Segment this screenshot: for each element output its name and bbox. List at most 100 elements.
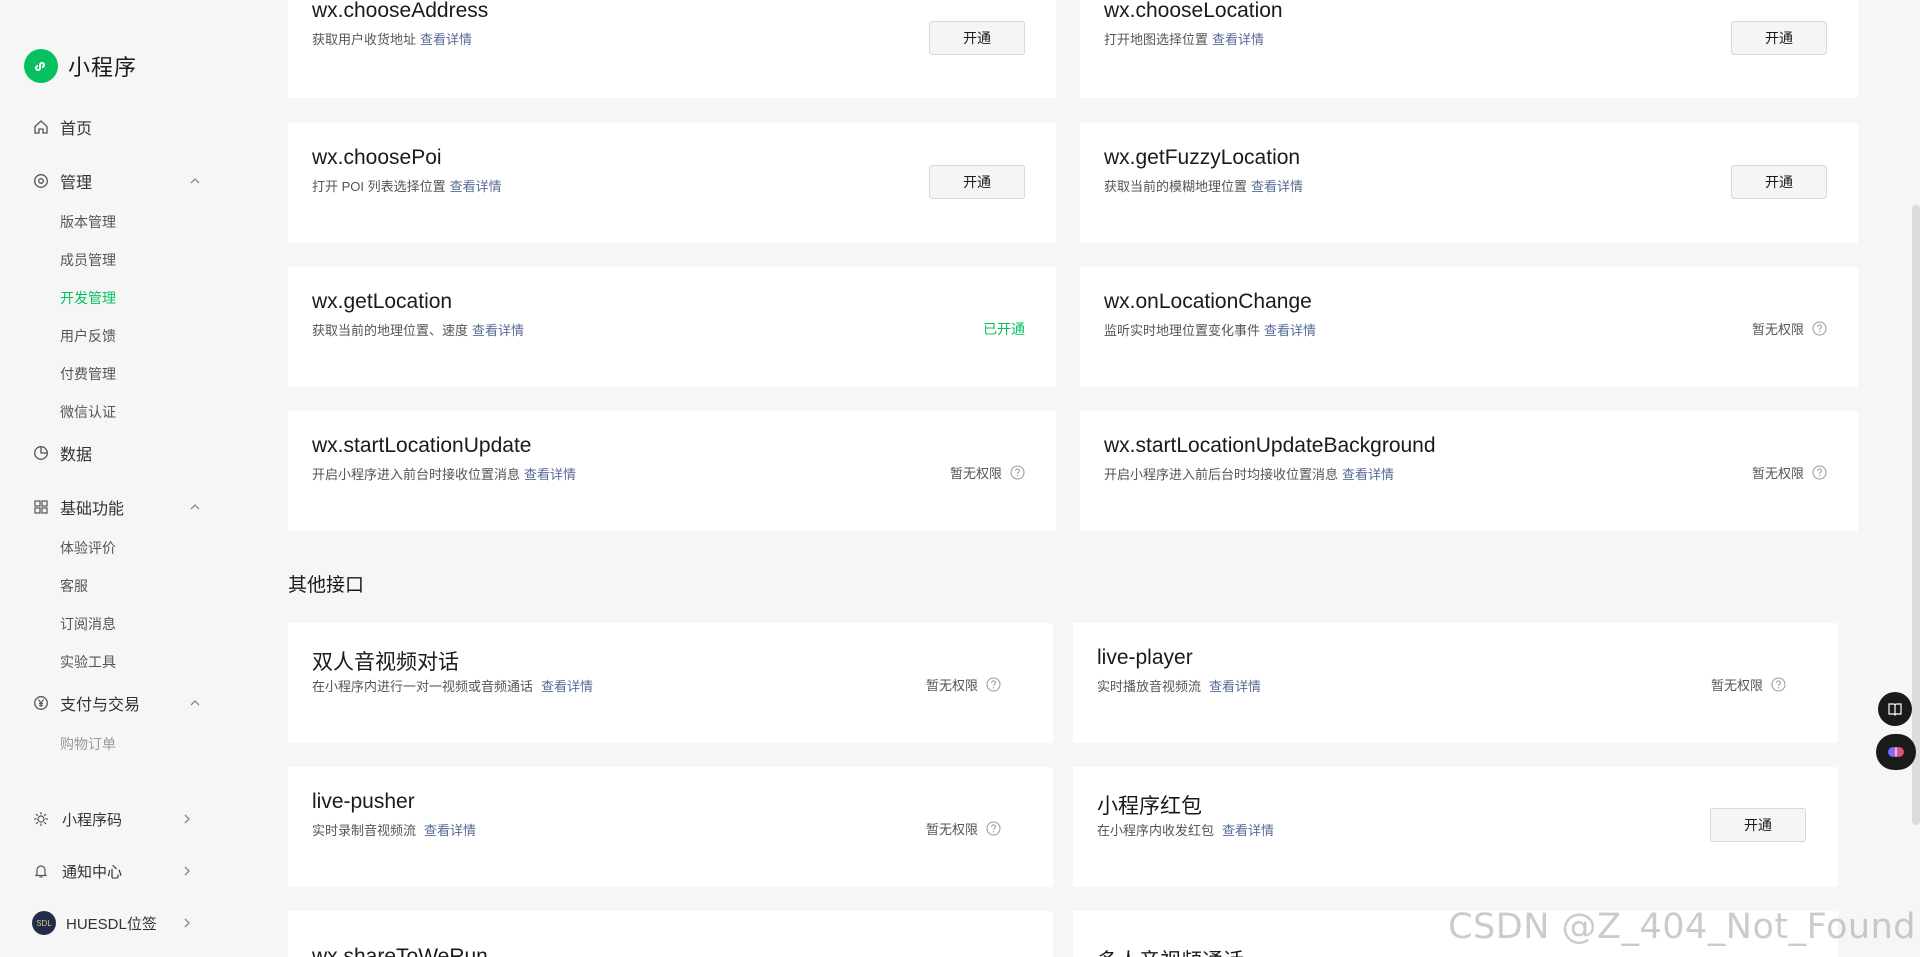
- api-desc: 打开 POI 列表选择位置 查看详情: [312, 176, 502, 195]
- help-icon[interactable]: [1010, 465, 1025, 480]
- sidebar-subitem-feedback[interactable]: 用户反馈: [60, 325, 116, 347]
- sidebar-item-manage[interactable]: 管理: [32, 167, 202, 195]
- status-no-permission: 暂无权限: [1752, 463, 1827, 482]
- api-desc-text: 实时录制音视频流: [312, 823, 417, 838]
- api-title: wx.startLocationUpdate: [312, 434, 532, 457]
- api-title: 小程序红包: [1097, 795, 1202, 818]
- home-icon: [32, 118, 50, 136]
- sidebar-item-label: 首页: [60, 121, 93, 138]
- api-desc-text: 获取当前的地理位置、速度: [312, 323, 469, 338]
- sidebar-item-pay[interactable]: 支付与交易: [32, 689, 202, 717]
- status-no-permission-label: 暂无权限: [925, 678, 978, 693]
- api-desc-text: 打开 POI 列表选择位置: [312, 179, 446, 194]
- sidebar-item-label: 基础功能: [60, 501, 125, 518]
- api-desc: 实时录制音视频流 查看详情: [312, 820, 476, 839]
- details-link[interactable]: 查看详情: [1264, 323, 1316, 338]
- sidebar-subitem-members[interactable]: 成员管理: [60, 249, 116, 271]
- api-title: wx.onLocationChange: [1104, 290, 1312, 313]
- status-opened: 已开通: [983, 321, 1025, 337]
- sidebar-subitem-subscribe[interactable]: 订阅消息: [60, 613, 116, 635]
- api-card-video-call: 双人音视频对话 在小程序内进行一对一视频或音频通话 查看详情 暂无权限: [288, 623, 1053, 743]
- api-card-getFuzzyLocation: wx.getFuzzyLocation 获取当前的模糊地理位置 查看详情 开通: [1080, 123, 1858, 243]
- sidebar-subitem-lab[interactable]: 实验工具: [60, 651, 116, 673]
- open-button[interactable]: 开通: [1710, 808, 1806, 842]
- sidebar-item-home[interactable]: 首页: [32, 113, 202, 141]
- section-title-other-apis: 其他接口: [288, 575, 365, 596]
- api-card-live-pusher: live-pusher 实时录制音视频流 查看详情 暂无权限: [288, 767, 1053, 887]
- api-title: wx.chooseLocation: [1104, 0, 1283, 22]
- api-card-choosePoi: wx.choosePoi 打开 POI 列表选择位置 查看详情 开通: [288, 123, 1056, 243]
- help-icon[interactable]: [1812, 465, 1827, 480]
- sidebar-item-label: 通知中心: [62, 863, 123, 881]
- scrollbar[interactable]: [1912, 205, 1920, 825]
- details-link[interactable]: 查看详情: [1222, 823, 1274, 838]
- api-title: wx.chooseAddress: [312, 0, 489, 22]
- grid-icon: [32, 498, 50, 516]
- api-title: live-pusher: [312, 790, 415, 813]
- help-icon[interactable]: [1812, 321, 1827, 336]
- ai-assistant-icon[interactable]: [1876, 734, 1916, 770]
- open-button[interactable]: 开通: [929, 165, 1025, 199]
- api-title: wx.getFuzzyLocation: [1104, 146, 1301, 169]
- manage-icon: [32, 172, 50, 190]
- api-card-red-packet: 小程序红包 在小程序内收发红包 查看详情 开通: [1073, 767, 1838, 887]
- open-button[interactable]: 开通: [1731, 165, 1827, 199]
- api-desc: 在小程序内进行一对一视频或音频通话 查看详情: [312, 676, 593, 695]
- sidebar-item-basic[interactable]: 基础功能: [32, 493, 202, 521]
- help-icon[interactable]: [986, 821, 1001, 836]
- api-desc: 开启小程序进入前台时接收位置消息 查看详情: [312, 464, 576, 483]
- api-desc: 获取当前的模糊地理位置 查看详情: [1104, 176, 1303, 195]
- help-icon[interactable]: [986, 677, 1001, 692]
- api-desc-text: 获取当前的模糊地理位置: [1104, 179, 1248, 194]
- details-link[interactable]: 查看详情: [420, 32, 472, 47]
- details-link[interactable]: 查看详情: [524, 467, 576, 482]
- api-title: wx.getLocation: [312, 290, 453, 313]
- sidebar-subitem-verify[interactable]: 微信认证: [60, 401, 116, 423]
- help-icon[interactable]: [1771, 677, 1786, 692]
- avatar: SDL: [32, 911, 56, 935]
- sidebar-subitem-dev[interactable]: 开发管理: [60, 287, 116, 309]
- open-button[interactable]: 开通: [929, 21, 1025, 55]
- sidebar-subitem-review[interactable]: 体验评价: [60, 537, 116, 559]
- details-link[interactable]: 查看详情: [1342, 467, 1394, 482]
- status-no-permission: 暂无权限: [926, 819, 1001, 838]
- api-desc: 开启小程序进入前后台时均接收位置消息 查看详情: [1104, 464, 1394, 483]
- book-icon[interactable]: [1878, 692, 1912, 726]
- sidebar-subitem-version[interactable]: 版本管理: [60, 211, 116, 233]
- details-link[interactable]: 查看详情: [1212, 32, 1264, 47]
- status-no-permission: 暂无权限: [950, 463, 1025, 482]
- mini-program-logo-icon: [24, 49, 58, 83]
- sidebar-item-qrcode[interactable]: 小程序码: [32, 805, 194, 833]
- details-link[interactable]: 查看详情: [450, 179, 502, 194]
- api-desc-text: 开启小程序进入前后台时均接收位置消息: [1104, 467, 1339, 482]
- details-link[interactable]: 查看详情: [424, 823, 476, 838]
- details-link[interactable]: 查看详情: [1209, 679, 1261, 694]
- details-link[interactable]: 查看详情: [1251, 179, 1303, 194]
- chevron-up-icon: [188, 174, 202, 188]
- api-desc-text: 在小程序内进行一对一视频或音频通话: [312, 679, 534, 694]
- details-link[interactable]: 查看详情: [472, 323, 524, 338]
- sidebar-subitem-service[interactable]: 客服: [60, 575, 88, 597]
- api-title: live-player: [1097, 646, 1193, 669]
- sidebar-item-notifications[interactable]: 通知中心: [32, 857, 194, 885]
- brand[interactable]: 小程序: [24, 49, 137, 83]
- status-no-permission-label: 暂无权限: [1710, 678, 1763, 693]
- api-title: wx.startLocationUpdateBackground: [1104, 434, 1436, 457]
- api-card-live-player: live-player 实时播放音视频流 查看详情 暂无权限: [1073, 623, 1838, 743]
- api-desc: 打开地图选择位置 查看详情: [1104, 29, 1264, 48]
- sidebar-subitem-orders[interactable]: 购物订单: [60, 733, 116, 755]
- watermark: CSDN @Z_404_Not_Found: [1448, 907, 1916, 947]
- sidebar-subitem-billing[interactable]: 付费管理: [60, 363, 116, 385]
- details-link[interactable]: 查看详情: [541, 679, 593, 694]
- brand-name: 小程序: [68, 55, 138, 80]
- sidebar: 小程序 首页 管理 版本管理 成员管理 开发管理 用户反馈 付费管理 微信认证 …: [0, 0, 220, 957]
- open-button[interactable]: 开通: [1731, 21, 1827, 55]
- sidebar-item-label: 小程序码: [62, 811, 123, 829]
- sidebar-item-data[interactable]: 数据: [32, 439, 202, 467]
- api-card-getLocation: wx.getLocation 获取当前的地理位置、速度 查看详情 已开通: [288, 267, 1056, 387]
- api-desc-text: 开启小程序进入前台时接收位置消息: [312, 467, 521, 482]
- sidebar-item-account[interactable]: SDL HUESDL位签: [32, 909, 194, 937]
- api-desc: 获取当前的地理位置、速度 查看详情: [312, 320, 524, 339]
- status-no-permission: 暂无权限: [1711, 675, 1786, 694]
- api-desc: 在小程序内收发红包 查看详情: [1097, 820, 1274, 839]
